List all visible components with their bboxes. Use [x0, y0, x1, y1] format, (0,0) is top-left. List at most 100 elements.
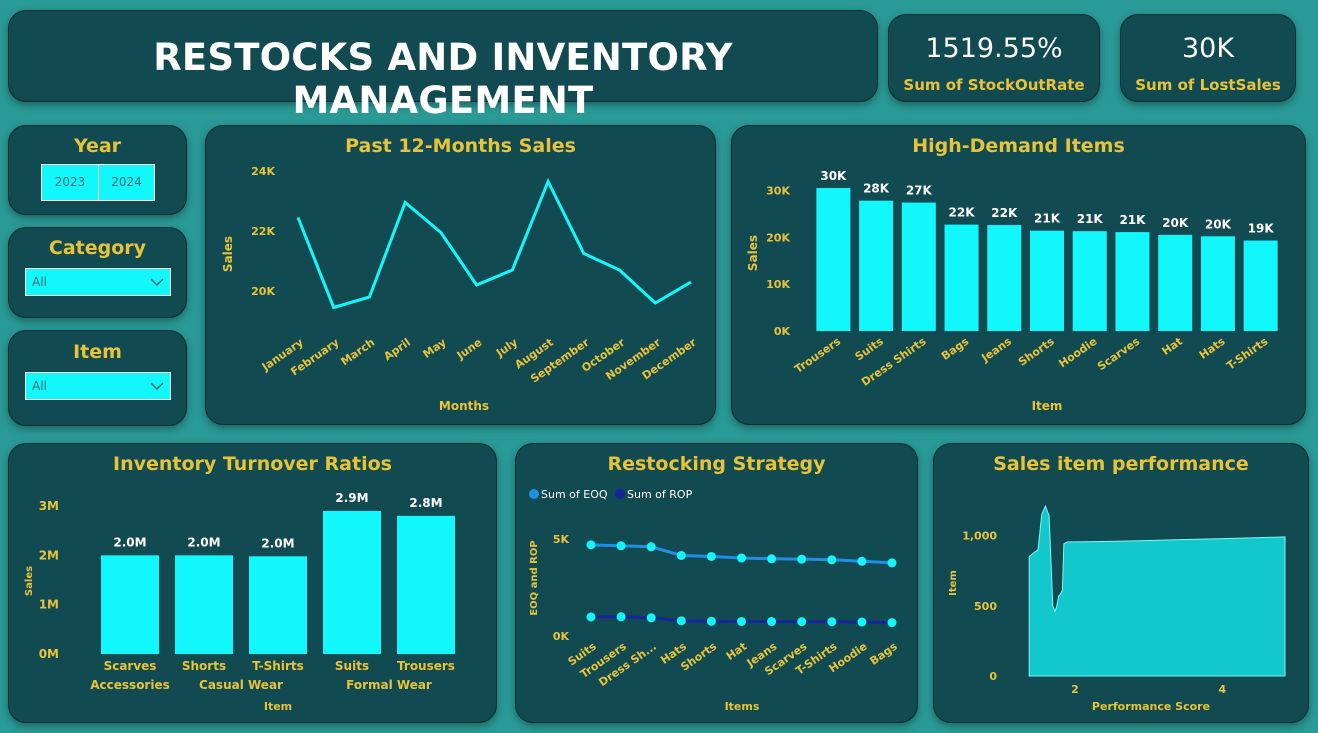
y-tick-label: 1M [39, 598, 59, 612]
performance-chart: 0 500 1,000 2 4 Performance Score Item [948, 504, 1286, 713]
category-slicer: Category All [8, 227, 187, 318]
bar [901, 202, 936, 331]
x-tick-label: Jeans [978, 335, 1014, 366]
y-tick-label: 0M [39, 647, 59, 661]
high-demand-panel: High-Demand Items 0K 10K 20K 30K 30K Trousers… [731, 125, 1306, 425]
y-axis-title: Sales [221, 236, 235, 272]
y-tick-label: 0K [774, 325, 791, 338]
legend-marker [529, 489, 539, 499]
performance-panel: Sales item performance 0 500 1,000 2 4 Perfor… [933, 443, 1309, 723]
data-point [857, 556, 867, 566]
data-label: 19K [1248, 222, 1275, 236]
high-demand-chart: 0K10K20K30K30KTrousers28KSuits27KDress S… [746, 169, 1278, 413]
x-tick-label: March [338, 336, 377, 369]
data-label: 20K [1162, 216, 1189, 230]
x-tick-label: Shorts [1016, 335, 1057, 369]
data-point [857, 617, 867, 627]
kpi-card-lostsales: 30K Sum of LostSales [1120, 14, 1296, 102]
data-label: 2.0M [261, 536, 294, 550]
y-axis-title: Sales [746, 235, 760, 271]
slicer-title: Item [73, 341, 122, 363]
data-point [887, 558, 897, 568]
x-tick-label: April [381, 336, 413, 363]
y-tick-label: 0K [553, 630, 570, 643]
turnover-chart: 0M 1M 2M 3M 2.0M Scarves 2.0M Shorts 2.0M T-Shirt… [24, 491, 455, 713]
y-axis-title: Sales [24, 566, 35, 596]
bar [1115, 232, 1150, 331]
data-point [676, 616, 686, 626]
bar [397, 515, 455, 654]
category-dropdown[interactable]: All [25, 268, 171, 296]
data-point [767, 617, 777, 627]
item-dropdown[interactable]: All [25, 372, 171, 400]
slicer-title: Year [73, 135, 122, 157]
bar [1158, 234, 1193, 331]
restocking-chart: Sum of EOQ Sum of ROP0K5KSuitsTrousersDre… [529, 488, 900, 713]
kpi-label: Sum of StockOutRate [903, 76, 1085, 94]
bar [859, 200, 894, 331]
data-point [706, 551, 716, 561]
data-point [676, 550, 686, 560]
kpi-value: 1519.55% [925, 33, 1063, 64]
x-tick-label: 4 [1219, 683, 1227, 696]
x-tick-label: Hat [1160, 335, 1185, 358]
page-title: RESTOCKS AND INVENTORY MANAGEMENT [153, 36, 733, 122]
y-tick-label: 3M [39, 499, 59, 513]
x-tick-label: Trousers [397, 659, 455, 673]
data-point [646, 613, 656, 623]
data-point [616, 541, 626, 551]
y-tick-label: 500 [974, 600, 997, 613]
x-tick-label: May [421, 336, 449, 361]
x-tick-label: June [454, 336, 485, 363]
sales-line [296, 177, 692, 310]
legend-label: Sum of EOQ [541, 488, 608, 501]
data-point [737, 616, 746, 626]
x-group-label: Casual Wear [199, 678, 283, 692]
x-tick-label: Shorts [182, 659, 226, 673]
x-group-label: Accessories [90, 678, 170, 692]
data-label: 21K [1119, 213, 1146, 227]
data-label: 21K [1034, 212, 1061, 226]
chevron-down-icon [150, 269, 164, 304]
x-tick-label: T-Shirts [1224, 335, 1270, 373]
data-label: 21K [1077, 212, 1104, 226]
data-label: 2.9M [335, 491, 368, 505]
x-group-label: Formal Wear [346, 678, 432, 692]
x-tick-label: July [493, 336, 520, 360]
year-option-2024[interactable]: 2024 [98, 164, 155, 201]
year-option-2023[interactable]: 2023 [41, 164, 99, 201]
y-tick-label: 2M [39, 548, 59, 562]
data-point [767, 554, 777, 564]
legend-label: Sum of ROP [627, 488, 693, 501]
x-tick-label: T-Shirts [252, 659, 304, 673]
data-point [887, 618, 897, 628]
x-tick-label: Hats [1197, 335, 1228, 362]
x-axis-title: Performance Score [1092, 700, 1210, 713]
x-tick-label: 2 [1071, 683, 1079, 696]
bar [944, 224, 979, 331]
legend-marker [615, 489, 625, 499]
kpi-card-stockoutrate: 1519.55% Sum of StockOutRate [888, 14, 1100, 102]
y-tick-label: 0 [989, 670, 997, 683]
x-tick-label: Suits [853, 335, 886, 364]
data-point [646, 542, 656, 552]
y-tick-label: 20K [251, 285, 275, 298]
x-tick-label: Bags [867, 640, 900, 668]
item-slicer: Item All [8, 330, 187, 426]
turnover-panel: Inventory Turnover Ratios 0M 1M 2M 3M 2.0M Sc… [8, 443, 497, 723]
kpi-value: 30K [1181, 33, 1235, 64]
year-slicer: Year 2023 2024 [8, 125, 187, 215]
data-label: 2.8M [409, 496, 442, 510]
bar [1072, 231, 1107, 331]
chevron-down-icon [150, 373, 164, 408]
kpi-label: Sum of LostSales [1135, 76, 1281, 94]
bar [987, 225, 1022, 331]
x-tick-label: Scarves [104, 659, 157, 673]
title-panel: RESTOCKS AND INVENTORY MANAGEMENT [8, 10, 878, 122]
x-tick-label: Bags [939, 335, 972, 363]
bar [816, 188, 851, 331]
data-label: 28K [863, 182, 890, 196]
bar [1200, 236, 1235, 331]
data-point [616, 612, 626, 622]
data-point [827, 617, 837, 627]
